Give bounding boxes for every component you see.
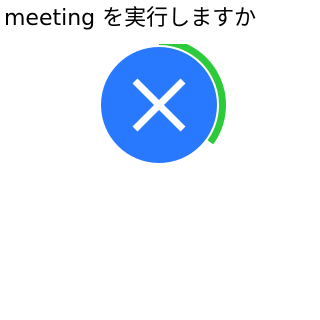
cancel-button[interactable]	[101, 47, 217, 163]
confirm-screen: meeting を実行しますか	[0, 0, 320, 320]
cancel-widget[interactable]	[98, 44, 230, 168]
prompt-text: meeting を実行しますか	[4, 6, 257, 31]
